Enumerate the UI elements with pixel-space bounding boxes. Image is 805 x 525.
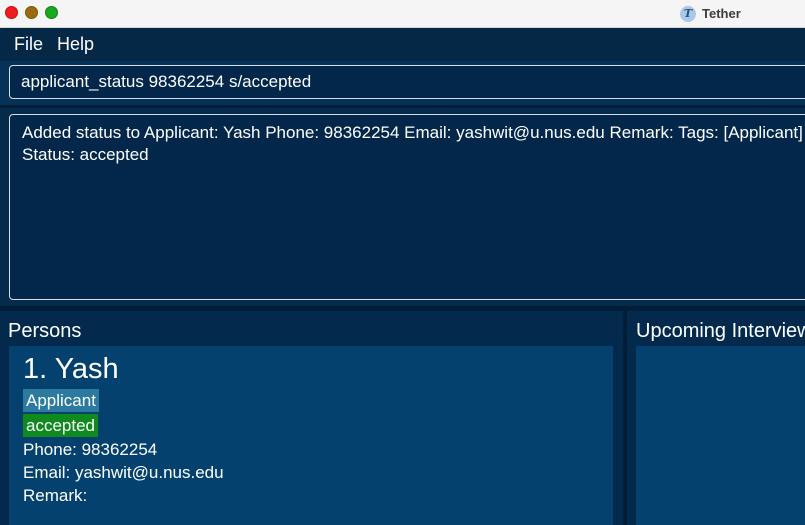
menu-bar: File Help (0, 28, 805, 60)
person-name: 1. Yash (23, 353, 119, 385)
result-line: Status: accepted (22, 145, 149, 164)
title-bar: T Tether (0, 0, 805, 28)
interviews-list (636, 346, 805, 525)
interviews-title: Upcoming Interviews (636, 320, 805, 342)
close-window-button[interactable] (5, 6, 18, 19)
window-title-text: Tether (702, 6, 741, 21)
result-line: Added status to Applicant: Yash Phone: 9… (22, 123, 803, 142)
persons-title: Persons (8, 320, 82, 342)
tether-app-icon: T (680, 5, 696, 22)
person-email: Email: yashwit@u.nus.edu (23, 463, 224, 482)
person-remark: Remark: (23, 486, 88, 505)
window-title: T Tether (680, 4, 741, 23)
result-display: Added status to Applicant: Yash Phone: 9… (9, 114, 805, 300)
command-input[interactable]: applicant_status 98362254 s/accepted (9, 65, 805, 99)
minimize-window-button[interactable] (25, 6, 38, 19)
maximize-window-button[interactable] (45, 6, 58, 19)
person-phone: Phone: 98362254 (23, 440, 158, 459)
tag-applicant: Applicant (23, 389, 99, 412)
status-badge: accepted (23, 414, 98, 437)
menu-file[interactable]: File (0, 34, 50, 55)
menu-help[interactable]: Help (50, 34, 101, 55)
